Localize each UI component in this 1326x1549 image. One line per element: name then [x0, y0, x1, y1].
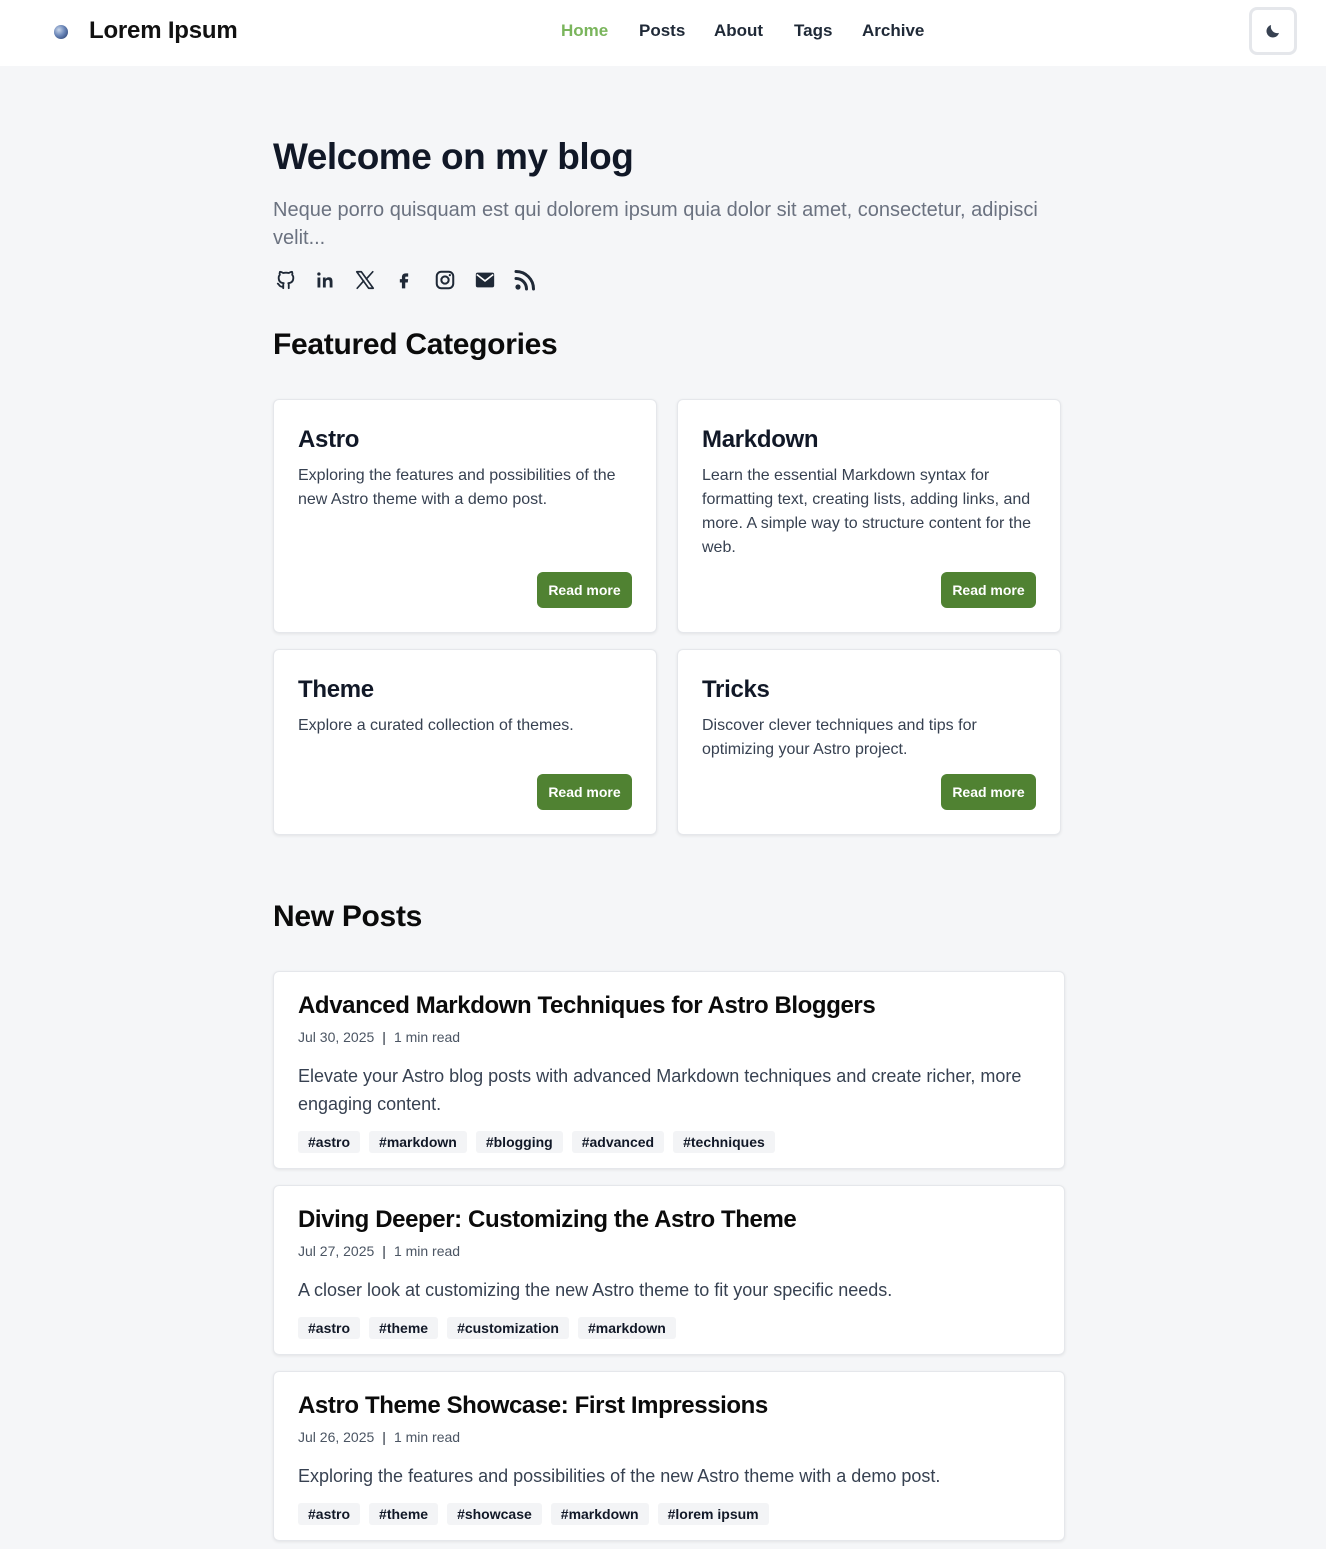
main-nav: Home Posts About Tags Archive: [0, 21, 1326, 43]
post-meta: Jul 26, 2025 | 1 min read: [298, 1429, 460, 1445]
post-card: Astro Theme Showcase: First Impressions …: [273, 1371, 1065, 1541]
nav-archive[interactable]: Archive: [862, 21, 924, 41]
read-more-button[interactable]: Read more: [537, 774, 632, 810]
post-excerpt: Elevate your Astro blog posts with advan…: [298, 1066, 1022, 1114]
tag-link[interactable]: #markdown: [369, 1131, 467, 1153]
category-card-theme: Theme Explore a curated collection of th…: [273, 649, 657, 835]
category-card-tricks: Tricks Discover clever techniques and ti…: [677, 649, 1061, 835]
card-title: Astro: [298, 426, 360, 453]
card-description: Explore a curated collection of themes.: [298, 717, 574, 734]
post-excerpt: Exploring the features and possibilities…: [298, 1466, 941, 1486]
post-title-link[interactable]: Astro Theme Showcase: First Impressions: [298, 1392, 768, 1420]
post-date: Jul 30, 2025: [298, 1029, 375, 1045]
nav-home[interactable]: Home: [561, 21, 608, 41]
tag-link[interactable]: #astro: [298, 1131, 361, 1153]
nav-posts[interactable]: Posts: [639, 21, 685, 41]
read-more-button[interactable]: Read more: [941, 572, 1036, 608]
x-icon[interactable]: [352, 266, 378, 294]
nav-tags[interactable]: Tags: [794, 21, 832, 41]
post-date: Jul 27, 2025: [298, 1243, 375, 1259]
nav-about[interactable]: About: [714, 21, 763, 41]
tag-link[interactable]: #astro: [298, 1317, 361, 1339]
tag-link[interactable]: #showcase: [447, 1503, 542, 1525]
tag-link[interactable]: #customization: [447, 1317, 569, 1339]
post-title-link[interactable]: Advanced Markdown Techniques for Astro B…: [298, 992, 876, 1020]
github-icon[interactable]: [273, 266, 299, 294]
card-description: Learn the essential Markdown syntax for …: [702, 467, 1032, 556]
tag-link[interactable]: #theme: [369, 1503, 439, 1525]
card-description: Exploring the features and possibilities…: [298, 467, 616, 508]
new-posts-title: New Posts: [273, 900, 423, 933]
post-meta: Jul 27, 2025 | 1 min read: [298, 1243, 460, 1259]
read-more-button[interactable]: Read more: [941, 774, 1036, 810]
theme-toggle-button[interactable]: [1249, 7, 1297, 55]
tag-link[interactable]: #markdown: [550, 1503, 649, 1525]
category-card-markdown: Markdown Learn the essential Markdown sy…: [677, 399, 1061, 633]
post-title-link[interactable]: Diving Deeper: Customizing the Astro The…: [298, 1206, 797, 1234]
post-read-time: 1 min read: [393, 1243, 461, 1259]
meta-separator: |: [382, 1243, 386, 1259]
tag-link[interactable]: #techniques: [673, 1131, 775, 1153]
featured-categories-title: Featured Categories: [273, 328, 558, 361]
card-title: Tricks: [702, 676, 770, 703]
hero-subtitle: Neque porro quisquam est qui dolorem ips…: [273, 199, 1038, 249]
card-title: Theme: [298, 676, 374, 703]
post-excerpt: A closer look at customizing the new Ast…: [298, 1280, 893, 1300]
card-description: Discover clever techniques and tips for …: [702, 717, 977, 758]
post-tags: #astro #theme #customization #markdown: [298, 1317, 676, 1339]
mail-icon[interactable]: [472, 266, 498, 294]
post-date: Jul 26, 2025: [298, 1429, 375, 1445]
site-header: Lorem Ipsum Home Posts About Tags Archiv…: [0, 0, 1326, 66]
post-card: Diving Deeper: Customizing the Astro The…: [273, 1185, 1065, 1355]
card-title: Markdown: [702, 426, 819, 453]
hero-title: Welcome on my blog: [273, 136, 634, 177]
tag-link[interactable]: #lorem ipsum: [657, 1503, 769, 1525]
category-card-astro: Astro Exploring the features and possibi…: [273, 399, 657, 633]
post-read-time: 1 min read: [393, 1429, 461, 1445]
facebook-icon[interactable]: [391, 266, 417, 294]
tag-link[interactable]: #blogging: [475, 1131, 563, 1153]
tag-link[interactable]: #markdown: [577, 1317, 676, 1339]
post-card: Advanced Markdown Techniques for Astro B…: [273, 971, 1065, 1169]
linkedin-icon[interactable]: [312, 266, 338, 294]
rss-icon[interactable]: [512, 266, 538, 294]
instagram-icon[interactable]: [432, 266, 458, 294]
tag-link[interactable]: #theme: [369, 1317, 439, 1339]
post-tags: #astro #markdown #blogging #advanced #te…: [298, 1131, 775, 1153]
tag-link[interactable]: #astro: [298, 1503, 361, 1525]
read-more-button[interactable]: Read more: [537, 572, 632, 608]
post-meta: Jul 30, 2025 | 1 min read: [298, 1029, 460, 1045]
moon-icon: [1266, 25, 1279, 38]
post-tags: #astro #theme #showcase #markdown #lorem…: [298, 1503, 769, 1525]
meta-separator: |: [382, 1029, 386, 1045]
tag-link[interactable]: #advanced: [571, 1131, 665, 1153]
post-read-time: 1 min read: [393, 1029, 461, 1045]
meta-separator: |: [382, 1429, 386, 1445]
